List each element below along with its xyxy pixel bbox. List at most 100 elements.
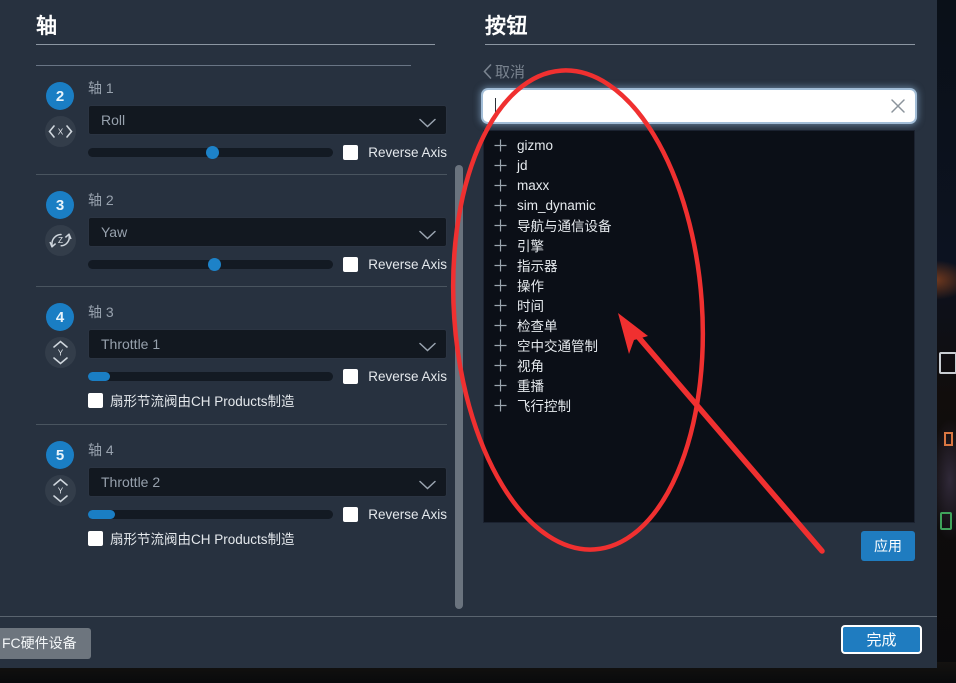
- list-item[interactable]: 空中交通管制: [484, 335, 914, 355]
- svg-text:Y: Y: [58, 486, 64, 495]
- close-icon[interactable]: [889, 97, 907, 115]
- plus-icon[interactable]: [494, 199, 507, 212]
- reverse-axis-checkbox[interactable]: [343, 257, 359, 272]
- axes-title-divider: [36, 44, 435, 45]
- ch-products-throttle-label: 扇形节流阀由CH Products制造: [110, 532, 295, 547]
- list-item[interactable]: 重播: [484, 375, 914, 395]
- svg-text:Y: Y: [58, 348, 64, 357]
- slider-knob[interactable]: [205, 146, 219, 159]
- plus-icon[interactable]: [494, 299, 507, 312]
- hardware-device-button[interactable]: FC硬件设备: [0, 628, 91, 659]
- search-input[interactable]: [483, 90, 915, 122]
- scene-hud-marker: [939, 352, 956, 374]
- svg-text:X: X: [58, 128, 64, 137]
- button-category-list[interactable]: gizmo jd maxx sim_dynamic 导航与通信设备 引擎 指示器…: [483, 130, 915, 523]
- slider-fill: [88, 510, 115, 519]
- axis-binding-select[interactable]: Throttle 1: [88, 329, 447, 359]
- axis-binding-value: Throttle 1: [101, 336, 161, 352]
- ch-products-throttle-checkbox[interactable]: [88, 530, 103, 546]
- axis-label: 轴 1: [88, 80, 114, 96]
- plus-icon[interactable]: [494, 359, 507, 372]
- reverse-axis-label: Reverse Axis: [368, 507, 447, 522]
- cancel-back-link[interactable]: 取消: [483, 61, 525, 82]
- cancel-back-label: 取消: [495, 64, 526, 81]
- chevron-down-icon: [419, 115, 436, 128]
- axis-value-slider[interactable]: [88, 510, 334, 519]
- plus-icon[interactable]: [494, 219, 507, 232]
- list-item[interactable]: 操作: [484, 275, 914, 295]
- axis-index-badge: 5: [46, 441, 74, 469]
- reverse-axis-checkbox[interactable]: [343, 369, 359, 384]
- reverse-axis-checkbox[interactable]: [343, 507, 359, 522]
- reverse-axis-label: Reverse Axis: [368, 257, 447, 272]
- list-item[interactable]: 检查单: [484, 315, 914, 335]
- list-item[interactable]: gizmo: [484, 135, 914, 155]
- slider-knob[interactable]: [208, 258, 222, 271]
- axis-binding-select[interactable]: Yaw: [88, 217, 447, 247]
- axis-binding-select[interactable]: Throttle 2: [88, 467, 447, 497]
- list-item[interactable]: 引擎: [484, 235, 914, 255]
- ch-products-throttle-checkbox[interactable]: [88, 392, 103, 408]
- apply-row: 应用: [861, 531, 915, 561]
- list-item[interactable]: 飞行控制: [484, 395, 914, 415]
- axes-title: 轴: [36, 15, 58, 38]
- axis-y-icon: Y: [45, 475, 76, 506]
- ch-products-throttle-label: 扇形节流阀由CH Products制造: [110, 394, 295, 409]
- list-item[interactable]: jd: [484, 155, 914, 175]
- chevron-left-icon: [483, 64, 492, 79]
- scene-hud-marker: [940, 512, 952, 530]
- apply-button[interactable]: 应用: [861, 531, 915, 561]
- list-item[interactable]: 时间: [484, 295, 914, 315]
- list-item[interactable]: 指示器: [484, 255, 914, 275]
- plus-icon[interactable]: [494, 339, 507, 352]
- scene-hud-marker: [944, 432, 953, 446]
- plus-icon[interactable]: [494, 399, 507, 412]
- list-item-label: 空中交通管制: [517, 339, 598, 354]
- axis-binding-value: Throttle 2: [101, 474, 161, 490]
- axes-list: 2 X 轴 1 Roll Reverse Axis 3 Z 轴 2 Yaw Re…: [0, 66, 471, 562]
- buttons-title-divider: [485, 44, 915, 45]
- axis-slider-row: Reverse Axis: [88, 507, 447, 522]
- list-item-label: 时间: [517, 299, 544, 314]
- list-item[interactable]: sim_dynamic: [484, 195, 914, 215]
- svg-text:Z: Z: [58, 236, 63, 245]
- axis-label: 轴 2: [88, 192, 114, 208]
- buttons-panel: 按钮 取消 gizmo jd maxx sim_dynamic 导航与通信设备 …: [471, 0, 937, 616]
- axis-binding-value: Roll: [101, 112, 126, 128]
- list-item-label: 引擎: [517, 239, 544, 254]
- axes-scroll-area[interactable]: 2 X 轴 1 Roll Reverse Axis 3 Z 轴 2 Yaw Re…: [0, 66, 471, 616]
- list-item-label: gizmo: [517, 137, 554, 153]
- plus-icon[interactable]: [494, 279, 507, 292]
- dialog-footer: FC硬件设备 完成: [0, 616, 937, 668]
- axis-x-icon: X: [45, 116, 76, 147]
- plus-icon[interactable]: [494, 159, 507, 172]
- axis-index-badge: 2: [46, 82, 74, 110]
- axes-scrollbar-thumb[interactable]: [455, 165, 463, 609]
- axis-extra-option-row: 扇形节流阀由CH Products制造: [88, 528, 447, 548]
- axis-value-slider[interactable]: [88, 372, 334, 381]
- axis-slider-row: Reverse Axis: [88, 257, 447, 272]
- list-item[interactable]: 导航与通信设备: [484, 215, 914, 235]
- done-button[interactable]: 完成: [841, 625, 922, 654]
- search-field-wrap: [483, 90, 915, 122]
- list-item[interactable]: 视角: [484, 355, 914, 375]
- plus-icon[interactable]: [494, 259, 507, 272]
- axis-value-slider[interactable]: [88, 146, 334, 159]
- reverse-axis-checkbox[interactable]: [343, 145, 359, 160]
- list-item-label: jd: [517, 157, 528, 173]
- axis-binding-select[interactable]: Roll: [88, 105, 447, 135]
- plus-icon[interactable]: [494, 239, 507, 252]
- axis-label: 轴 4: [88, 442, 114, 458]
- plus-icon[interactable]: [494, 379, 507, 392]
- axis-slider-row: Reverse Axis: [88, 145, 447, 160]
- axis-value-slider[interactable]: [88, 258, 334, 271]
- list-item-label: 操作: [517, 279, 544, 294]
- axis-y-icon: Y: [45, 337, 76, 368]
- plus-icon[interactable]: [494, 319, 507, 332]
- list-item[interactable]: maxx: [484, 175, 914, 195]
- plus-icon[interactable]: [494, 179, 507, 192]
- list-item-label: maxx: [517, 177, 550, 193]
- list-body: gizmo jd maxx sim_dynamic 导航与通信设备 引擎 指示器…: [484, 131, 914, 415]
- axis-row: 3 Z 轴 2 Yaw Reverse Axis: [36, 174, 447, 286]
- plus-icon[interactable]: [494, 139, 507, 152]
